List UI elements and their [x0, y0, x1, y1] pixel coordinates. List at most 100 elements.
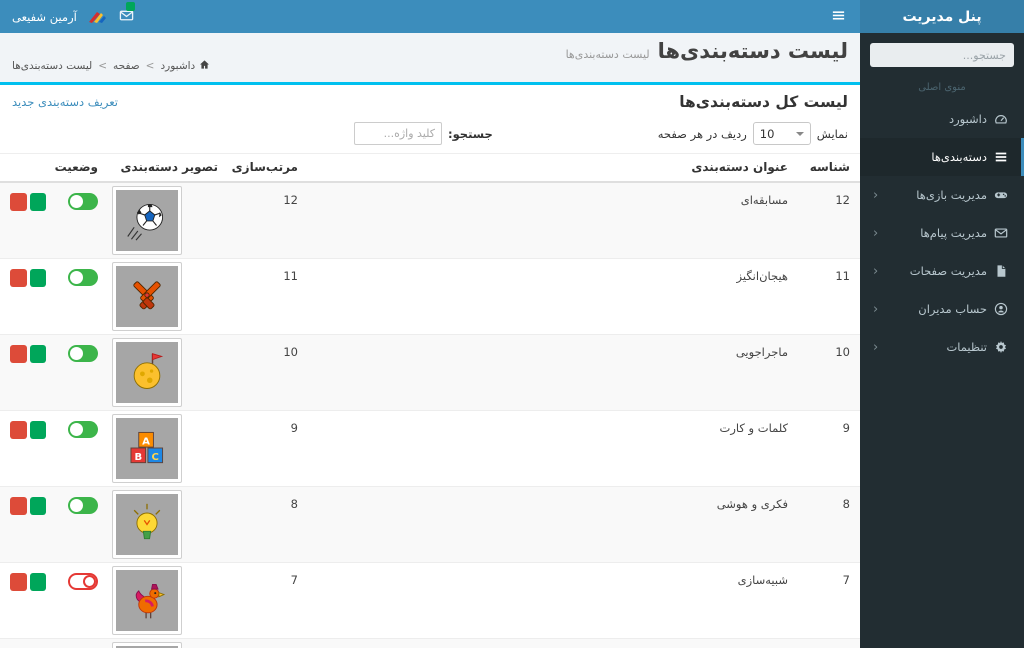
navbar-user-area: آرمین شفیعی	[8, 1, 137, 27]
cell-id: 12	[798, 181, 860, 258]
column-header-id[interactable]: شناسه	[798, 153, 860, 183]
delete-button[interactable]	[10, 192, 27, 211]
panel-title: لیست کل دسته‌بندی‌ها	[679, 93, 848, 111]
breadcrumb-separator: >	[145, 60, 155, 72]
sidebar-menu-item[interactable]: مدیریت پیام‌ها ‹	[860, 214, 1024, 252]
status-toggle[interactable]	[68, 420, 98, 438]
cell-sort: 10	[228, 333, 308, 410]
sidebar-search-button[interactable]	[870, 43, 896, 67]
settings-icon	[994, 340, 1008, 354]
cell-actions	[0, 333, 56, 410]
moon-flag-image	[116, 341, 178, 403]
cell-status	[56, 181, 108, 258]
column-header-title[interactable]: عنوان دسته‌بندی	[308, 153, 798, 183]
sidebar-item-label: دسته‌بندی‌ها	[931, 150, 987, 164]
edit-button[interactable]	[29, 572, 46, 591]
cell-actions	[0, 409, 56, 486]
edit-button[interactable]	[29, 192, 46, 211]
breadcrumb-item[interactable]: لیست دسته‌بندی‌ها	[12, 60, 92, 72]
status-toggle[interactable]	[68, 496, 98, 514]
status-toggle[interactable]	[68, 344, 98, 362]
sidebar-menu-item[interactable]: دسته‌بندی‌ها	[860, 138, 1024, 176]
category-image	[112, 261, 182, 331]
cell-image	[108, 637, 228, 648]
sidebar-toggle-button[interactable]	[824, 3, 852, 31]
edit-button[interactable]	[29, 420, 46, 439]
messages-icon	[994, 226, 1008, 240]
sidebar-menu: داشبورد دسته‌بندی‌ها مدیریت بازی‌ها ‹ مد…	[860, 100, 1024, 366]
table-controls: نمایش 10 ردیف در هر صفحه جستجو:	[12, 119, 848, 151]
cell-title: هیجان‌انگیز	[308, 257, 798, 334]
games-icon	[994, 188, 1008, 202]
cell-status	[56, 561, 108, 638]
delete-button[interactable]	[10, 572, 27, 591]
table-row: 8 فکری و هوشی 8	[0, 485, 860, 562]
breadcrumb-separator: >	[98, 60, 108, 72]
cell-status	[56, 409, 108, 486]
status-toggle[interactable]	[68, 572, 98, 590]
cell-image	[108, 485, 228, 562]
messages-button[interactable]	[117, 1, 137, 27]
sidebar-search-input[interactable]	[896, 43, 1014, 67]
cell-image	[108, 333, 228, 410]
column-header-image[interactable]: تصویر دسته‌بندی	[108, 153, 228, 183]
dashboard-icon	[994, 112, 1008, 126]
column-header-status[interactable]: وضعیت	[55, 153, 108, 183]
table-row: 10 ماجراجویی 10	[0, 333, 860, 410]
light-bulb-image	[116, 493, 178, 555]
svg-text:C: C	[152, 452, 159, 463]
top-navbar: آرمین شفیعی	[0, 0, 860, 33]
sidebar-menu-item[interactable]: حساب مدیران ‹	[860, 290, 1024, 328]
column-header-sort[interactable]: مرتب‌سازی	[228, 153, 308, 183]
delete-button[interactable]	[10, 496, 27, 515]
cell-title: فکری و هوشی	[308, 485, 798, 562]
delete-button[interactable]	[10, 344, 27, 363]
sidebar-menu-item[interactable]: مدیریت صفحات ‹	[860, 252, 1024, 290]
add-category-link[interactable]: تعریف دسته‌بندی جدید	[12, 95, 118, 109]
cell-actions	[0, 181, 56, 258]
sidebar-item-label: تنظیمات	[946, 340, 987, 354]
sidebar-menu-item[interactable]: مدیریت بازی‌ها ‹	[860, 176, 1024, 214]
breadcrumb-item[interactable]: داشبورد	[160, 59, 210, 73]
panel-header: لیست کل دسته‌بندی‌ها تعریف دسته‌بندی جدی…	[0, 85, 860, 113]
edit-button[interactable]	[29, 496, 46, 515]
delete-button[interactable]	[10, 268, 27, 287]
cell-sort: 9	[228, 409, 308, 486]
status-toggle[interactable]	[68, 268, 98, 286]
cell-status	[56, 637, 108, 648]
svg-text:A: A	[142, 436, 150, 447]
table-row: 7 شبیه‌سازی 7	[0, 561, 860, 638]
page-subtitle: لیست دسته‌بندی‌ها	[565, 48, 650, 61]
cell-status	[56, 257, 108, 334]
user-name[interactable]: آرمین شفیعی	[12, 10, 77, 24]
page-title: لیست دسته‌بندی‌ها	[657, 39, 848, 63]
sidebar-menu-item[interactable]: داشبورد	[860, 100, 1024, 138]
sidebar-menu-item[interactable]: تنظیمات ‹	[860, 328, 1024, 366]
category-image	[112, 337, 182, 407]
pages-icon	[994, 264, 1008, 278]
rooster-image	[116, 569, 178, 631]
cell-sort: 6	[228, 637, 308, 648]
table-header-row: شناسه عنوان دسته‌بندی مرتب‌سازی تصویر دس…	[0, 153, 860, 183]
delete-button[interactable]	[10, 420, 27, 439]
cell-id: 7	[798, 561, 860, 638]
edit-button[interactable]	[29, 268, 46, 287]
chevron-left-icon: ‹	[873, 187, 879, 203]
svg-text:B: B	[134, 452, 142, 463]
sidebar-item-label: داشبورد	[948, 112, 987, 126]
cell-sort: 8	[228, 485, 308, 562]
page-size-select[interactable]: 10	[752, 122, 811, 145]
table-row: 11 هیجان‌انگیز 11	[0, 257, 860, 334]
table-row: 9 کلمات و کارت 9 ABC	[0, 409, 860, 486]
status-toggle[interactable]	[68, 192, 98, 210]
breadcrumb-item[interactable]: صفحه	[113, 60, 140, 72]
hamburger-icon	[831, 8, 846, 26]
cell-actions	[0, 637, 56, 648]
cell-actions	[0, 485, 56, 562]
edit-button[interactable]	[29, 344, 46, 363]
cell-id: 11	[798, 257, 860, 334]
chevron-left-icon: ‹	[873, 225, 879, 241]
cell-sort: 12	[228, 181, 308, 258]
table-search-input[interactable]	[354, 122, 442, 145]
sidebar-item-label: مدیریت پیام‌ها	[920, 226, 987, 240]
